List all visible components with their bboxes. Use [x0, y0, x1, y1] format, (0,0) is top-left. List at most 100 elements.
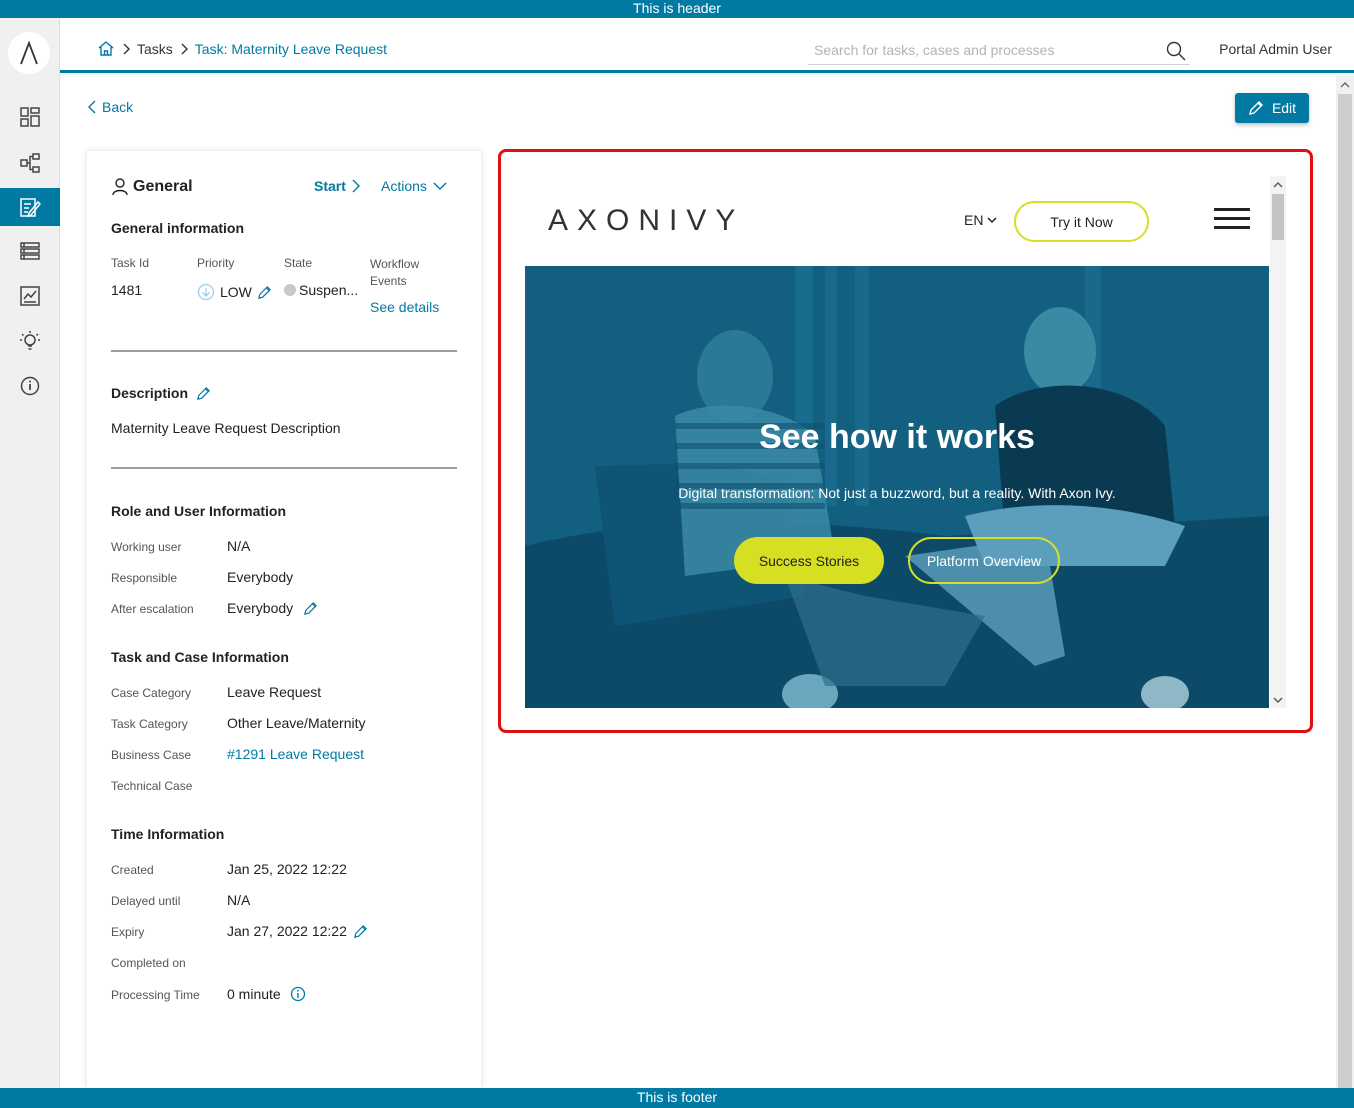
see-details-link[interactable]: See details	[370, 299, 439, 315]
breadcrumb-tasks[interactable]: Tasks	[137, 41, 173, 57]
pencil-icon[interactable]	[257, 285, 272, 300]
hero-subtitle: Digital transformation: Not just a buzzw…	[678, 485, 1116, 501]
state-value: Suspen...	[284, 282, 358, 298]
search-input[interactable]	[808, 38, 1148, 62]
arrow-down-circle-icon	[197, 283, 215, 301]
business-case-link[interactable]: #1291 Leave Request	[227, 746, 364, 762]
hero-title: See how it works	[759, 418, 1035, 456]
task-category-label: Task Category	[111, 717, 188, 731]
expiry-text: Jan 27, 2022 12:22	[227, 923, 347, 939]
sidebar-item-ideas[interactable]	[0, 322, 60, 360]
axon-logo-icon	[20, 40, 38, 65]
task-id-label: Task Id	[111, 256, 150, 270]
header-banner: This is header	[0, 0, 1354, 18]
scroll-up-icon[interactable]	[1270, 179, 1286, 191]
description-heading-text: Description	[111, 385, 189, 401]
lightbulb-icon	[20, 331, 40, 350]
created-label: Created	[111, 863, 154, 877]
processing-text: 0 minute	[227, 986, 281, 1002]
embedded-frame: AXONIVY EN Try it Now See how it works D…	[498, 149, 1313, 733]
state-text: Suspen...	[299, 282, 359, 298]
processing-value: 0 minute	[227, 986, 306, 1002]
pencil-icon[interactable]	[303, 601, 318, 616]
pencil-icon	[1248, 101, 1263, 115]
frame-scrollbar[interactable]	[1270, 176, 1286, 708]
time-heading: Time Information	[111, 826, 225, 842]
priority-text: LOW	[220, 284, 252, 300]
sidebar-item-info[interactable]	[0, 367, 60, 405]
responsible-value: Everybody	[227, 569, 294, 585]
page-scroll-thumb[interactable]	[1338, 94, 1352, 1089]
working-user-label: Working user	[111, 540, 182, 554]
breadcrumb: Tasks Task: Maternity Leave Request	[97, 40, 387, 57]
home-icon[interactable]	[97, 40, 115, 57]
success-stories-button[interactable]: Success Stories	[734, 537, 884, 584]
general-title: General	[111, 178, 193, 196]
description-heading: Description	[111, 385, 211, 401]
task-id-value: 1481	[111, 282, 143, 298]
after-escalation-label: After escalation	[111, 602, 194, 616]
created-value: Jan 25, 2022 12:22	[227, 861, 347, 877]
statistics-icon	[20, 286, 40, 306]
chevron-down-icon	[433, 182, 447, 190]
technical-case-label: Technical Case	[111, 779, 193, 793]
page-scrollbar[interactable]	[1336, 76, 1354, 1089]
case-category-value: Leave Request	[227, 684, 322, 700]
general-panel: General Start Actions General informatio…	[87, 151, 481, 1088]
business-case-label: Business Case	[111, 748, 192, 762]
expiry-value: Jan 27, 2022 12:22	[227, 923, 368, 939]
sidebar-item-tasks[interactable]	[0, 188, 60, 226]
sidebar-item-processes[interactable]	[0, 144, 60, 182]
try-it-now-button[interactable]: Try it Now	[1014, 201, 1149, 242]
chevron-down-icon	[987, 216, 997, 223]
frame-scroll-thumb[interactable]	[1272, 194, 1284, 240]
general-title-text: General	[133, 178, 193, 195]
tasks-icon	[20, 198, 41, 218]
task-case-heading: Task and Case Information	[111, 649, 289, 665]
case-category-label: Case Category	[111, 686, 192, 700]
language-label: EN	[964, 212, 984, 228]
start-button[interactable]: Start	[314, 178, 360, 194]
hamburger-menu-icon[interactable]	[1214, 208, 1250, 235]
search-icon[interactable]	[1166, 41, 1186, 66]
top-header: Tasks Task: Maternity Leave Request Port…	[60, 18, 1354, 73]
general-info-heading: General information	[111, 220, 245, 236]
priority-value: LOW	[197, 283, 272, 301]
cases-icon	[20, 242, 40, 260]
pencil-icon[interactable]	[353, 924, 368, 939]
axonivy-logo[interactable]: AXONIVY	[548, 204, 744, 238]
chevron-right-icon	[180, 43, 188, 55]
actions-menu[interactable]: Actions	[381, 178, 447, 194]
user-menu[interactable]: Portal Admin User	[1219, 41, 1332, 57]
after-escalation-text: Everybody	[227, 600, 294, 616]
workflow-events-label: Workflow Events	[370, 257, 420, 288]
back-link[interactable]: Back	[88, 99, 133, 115]
after-escalation-value: Everybody	[227, 600, 318, 616]
state-dot-icon	[284, 284, 296, 296]
scroll-up-icon[interactable]	[1336, 78, 1354, 92]
pencil-icon[interactable]	[196, 386, 211, 401]
sidebar-item-statistics[interactable]	[0, 277, 60, 315]
divider	[111, 467, 457, 469]
sidebar	[0, 18, 60, 1088]
chevron-left-icon	[88, 100, 96, 114]
description-value: Maternity Leave Request Description	[111, 420, 341, 436]
breadcrumb-current[interactable]: Task: Maternity Leave Request	[195, 41, 387, 57]
sidebar-item-dashboard[interactable]	[0, 98, 60, 136]
sidebar-item-cases[interactable]	[0, 232, 60, 270]
processing-label: Processing Time	[111, 988, 200, 1002]
chevron-right-icon	[122, 43, 130, 55]
divider	[111, 350, 457, 352]
state-label: State	[284, 256, 313, 270]
app-logo[interactable]	[8, 32, 50, 74]
platform-overview-button[interactable]: Platform Overview	[908, 537, 1060, 584]
scroll-down-icon[interactable]	[1270, 694, 1286, 706]
actions-label: Actions	[381, 178, 427, 194]
edit-label: Edit	[1271, 100, 1297, 116]
info-icon[interactable]	[290, 986, 306, 1002]
chevron-right-icon	[352, 179, 360, 193]
edit-button[interactable]: Edit	[1235, 93, 1309, 123]
priority-label: Priority	[197, 256, 235, 270]
main-content: Back Edit General Start Actions General …	[60, 76, 1336, 1088]
language-select[interactable]: EN	[964, 212, 997, 228]
